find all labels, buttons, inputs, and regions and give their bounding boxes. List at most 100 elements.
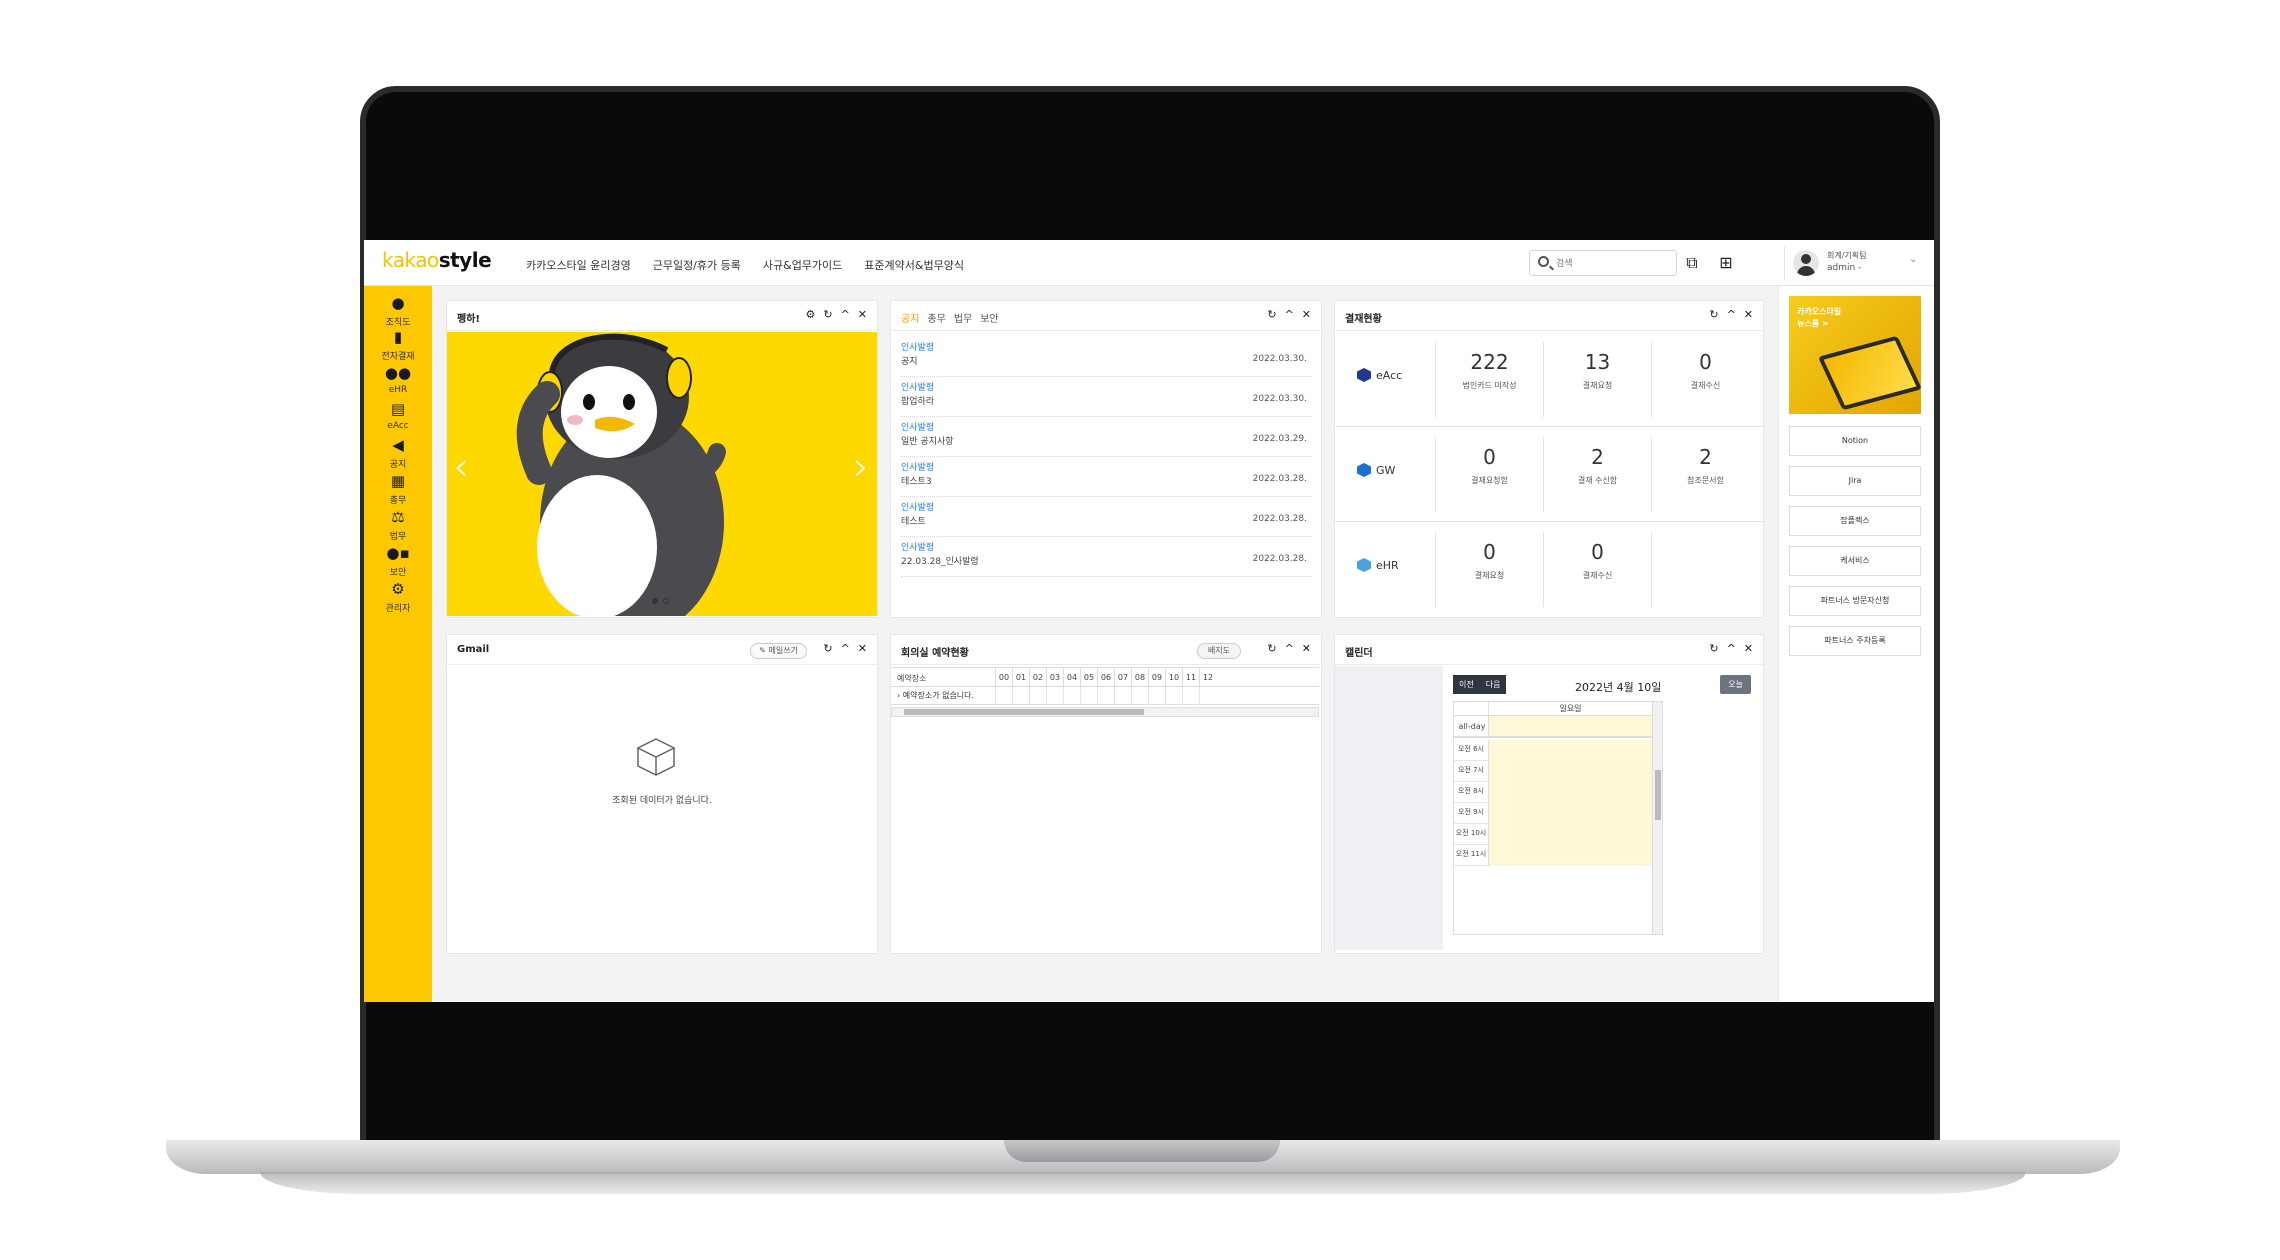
refresh-icon[interactable]: ↻ bbox=[823, 308, 832, 321]
link-notion[interactable]: Notion bbox=[1789, 426, 1921, 456]
tab-security[interactable]: 보안 bbox=[980, 310, 998, 325]
table-header: 예약장소 00 01 02 03 04 05 06 07 08 09 10 11… bbox=[891, 667, 1319, 688]
collapse-icon[interactable]: ^ bbox=[1727, 308, 1736, 321]
panel-controls: ⚙ ↻ ^ ✕ bbox=[805, 308, 867, 321]
time-slot[interactable] bbox=[1488, 740, 1652, 761]
list-item[interactable]: 인사발령 일반 공지사항 2022.03.29. bbox=[901, 417, 1311, 457]
next-slide-icon[interactable]: › bbox=[853, 444, 869, 490]
close-icon[interactable]: ✕ bbox=[858, 642, 867, 655]
today-button[interactable]: 오늘 bbox=[1720, 675, 1751, 694]
close-icon[interactable]: ✕ bbox=[1302, 308, 1311, 321]
sidebar-item-ehr[interactable]: ●● eHR bbox=[364, 364, 432, 395]
approval-cell[interactable]: 2 참조문서함 bbox=[1651, 437, 1759, 512]
hour-header: 11 bbox=[1182, 668, 1199, 688]
logo[interactable]: kakaostyle bbox=[382, 248, 492, 272]
collapse-icon[interactable]: ^ bbox=[1727, 642, 1736, 655]
link-partner-visit[interactable]: 파트너스 방문자신청 bbox=[1789, 586, 1921, 616]
collapse-icon[interactable]: ^ bbox=[1285, 642, 1294, 655]
scale-icon: ⚖ bbox=[391, 508, 405, 526]
link-jira[interactable]: Jira bbox=[1789, 466, 1921, 496]
expand-icon[interactable]: › bbox=[897, 691, 900, 700]
ehr-logo-icon bbox=[1357, 558, 1371, 572]
list-item[interactable]: 인사발령 테스트 2022.03.28. bbox=[901, 497, 1311, 537]
nav-contract[interactable]: 표준계약서&법무양식 bbox=[864, 257, 964, 273]
close-icon[interactable]: ✕ bbox=[1744, 308, 1753, 321]
time-slot[interactable] bbox=[1488, 782, 1652, 803]
refresh-icon[interactable]: ↻ bbox=[823, 642, 832, 655]
collapse-icon[interactable]: ^ bbox=[841, 308, 850, 321]
approval-cell[interactable]: 0 결재요청 bbox=[1435, 532, 1543, 607]
write-mail-button[interactable]: ✎ 메일쓰기 bbox=[750, 643, 807, 659]
approval-cell[interactable]: 2 결재 수신함 bbox=[1543, 437, 1651, 512]
approval-cell[interactable]: 0 결재수신 bbox=[1543, 532, 1651, 607]
search-input[interactable] bbox=[1556, 255, 1666, 271]
sidebar-item-admin[interactable]: ⚙ 관리자 bbox=[364, 580, 432, 614]
grid-menu-icon[interactable]: ⊞ bbox=[1716, 253, 1736, 273]
vertical-scrollbar[interactable] bbox=[1652, 702, 1662, 934]
list-item[interactable]: 인사발령 테스트3 2022.03.28. bbox=[901, 457, 1311, 497]
collapse-icon[interactable]: ^ bbox=[1285, 308, 1294, 321]
link-partner-parking[interactable]: 파트너스 주차등록 bbox=[1789, 626, 1921, 656]
nav-guide[interactable]: 사규&업무가이드 bbox=[763, 257, 842, 273]
scrollbar-thumb[interactable] bbox=[904, 709, 1144, 715]
close-icon[interactable]: ✕ bbox=[858, 308, 867, 321]
refresh-icon[interactable]: ↻ bbox=[1267, 308, 1276, 321]
search-icon[interactable] bbox=[1538, 256, 1549, 267]
link-jobplex[interactable]: 잡플렉스 bbox=[1789, 506, 1921, 536]
panel-header: 공지 총무 법무 보안 ↻ ^ ✕ bbox=[891, 301, 1321, 331]
refresh-icon[interactable]: ↻ bbox=[1709, 308, 1718, 321]
tab-general[interactable]: 총무 bbox=[927, 310, 945, 325]
time-slot[interactable] bbox=[1488, 761, 1652, 782]
notice-date: 2022.03.29. bbox=[1252, 434, 1307, 444]
approval-cell[interactable]: 222 법인카드 미작성 bbox=[1435, 342, 1543, 417]
panel-title: 캘린더 bbox=[1345, 648, 1373, 659]
floor-map-button[interactable]: 배지도 bbox=[1196, 643, 1241, 659]
system-label: eAcc bbox=[1357, 368, 1402, 382]
logo-prefix: kakao bbox=[382, 248, 439, 272]
approval-cell[interactable]: 0 결재수신 bbox=[1651, 342, 1759, 417]
slide-dot[interactable] bbox=[663, 598, 669, 604]
collapse-icon[interactable]: ^ bbox=[841, 642, 850, 655]
refresh-icon[interactable]: ↻ bbox=[1709, 642, 1718, 655]
time-slot[interactable] bbox=[1488, 845, 1652, 866]
list-item[interactable]: 인사발령 22.03.28_인사발령 2022.03.28. bbox=[901, 537, 1311, 577]
time-slot[interactable] bbox=[1488, 803, 1652, 824]
next-button[interactable]: 다음 bbox=[1479, 675, 1507, 694]
sidebar-item-general[interactable]: ▦ 총무 bbox=[364, 472, 432, 506]
gear-icon[interactable]: ⚙ bbox=[805, 308, 815, 321]
user-menu[interactable]: 회계/기획팀 admin - ⌄ bbox=[1784, 246, 1924, 280]
close-icon[interactable]: ✕ bbox=[1744, 642, 1753, 655]
refresh-icon[interactable]: ↻ bbox=[1267, 642, 1276, 655]
avatar bbox=[1793, 250, 1819, 276]
nav-schedule[interactable]: 근무일정/휴가 등록 bbox=[653, 257, 741, 273]
close-icon[interactable]: ✕ bbox=[1302, 642, 1311, 655]
sidebar-item-notice[interactable]: ◀ 공지 bbox=[364, 436, 432, 470]
banner-slide[interactable]: ‹ › bbox=[447, 332, 877, 616]
prev-button[interactable]: 이전 bbox=[1453, 675, 1480, 694]
sidebar-item-approval[interactable]: ▮ 전자결재 bbox=[364, 328, 432, 362]
allday-cell[interactable] bbox=[1488, 716, 1652, 736]
tab-notice[interactable]: 공지 bbox=[901, 310, 919, 325]
horizontal-scrollbar[interactable] bbox=[891, 707, 1319, 717]
scrollbar-thumb[interactable] bbox=[1655, 770, 1661, 820]
org-chart-icon[interactable]: ⧉ bbox=[1682, 253, 1702, 273]
sidebar-item-security[interactable]: ●▪ 보안 bbox=[364, 544, 432, 578]
approval-cell[interactable]: 0 결재요청함 bbox=[1435, 437, 1543, 512]
notice-date: 2022.03.28. bbox=[1252, 554, 1307, 564]
link-service[interactable]: 케서비스 bbox=[1789, 546, 1921, 576]
nav-ethics[interactable]: 카카오스타일 윤리경영 bbox=[526, 257, 631, 273]
sidebar-item-org[interactable]: ● 조직도 bbox=[364, 294, 432, 328]
list-item[interactable]: 인사발령 팝업하라 2022.03.30. bbox=[901, 377, 1311, 417]
approval-cell[interactable]: 13 결재요청 bbox=[1543, 342, 1651, 417]
room-schedule-table: 예약장소 00 01 02 03 04 05 06 07 08 09 10 11… bbox=[891, 667, 1319, 717]
prev-slide-icon[interactable]: ‹ bbox=[453, 444, 469, 490]
newsroom-banner[interactable]: 카카오스타일 뉴스룸 > bbox=[1789, 296, 1921, 414]
time-slot[interactable] bbox=[1488, 824, 1652, 845]
table-row: › 예약장소가 없습니다. bbox=[891, 687, 1319, 705]
list-item[interactable]: 인사발령 공지 2022.03.30. bbox=[901, 337, 1311, 377]
slide-dot[interactable] bbox=[652, 598, 658, 604]
sidebar-item-legal[interactable]: ⚖ 법무 bbox=[364, 508, 432, 542]
tab-legal[interactable]: 법무 bbox=[954, 310, 972, 325]
sidebar-item-eacc[interactable]: ▤ eAcc bbox=[364, 400, 432, 431]
clipboard-icon: ▮ bbox=[393, 328, 403, 346]
